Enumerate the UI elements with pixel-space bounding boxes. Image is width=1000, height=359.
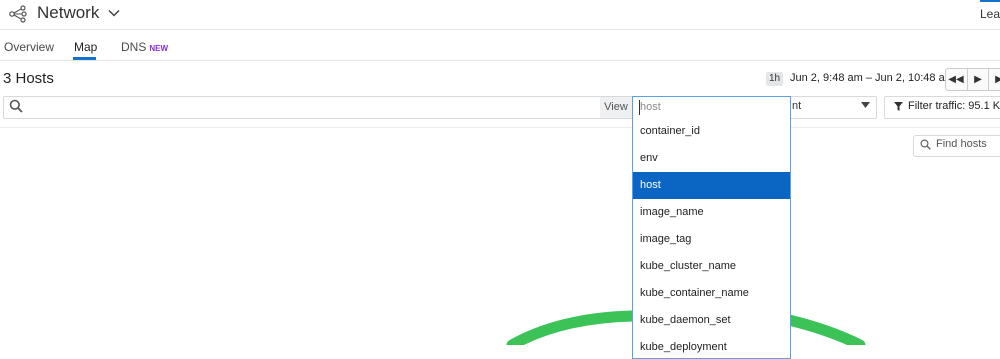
dropdown-option-image-name[interactable]: image_name	[633, 199, 790, 226]
dropdown-option-env[interactable]: env	[633, 145, 790, 172]
time-range[interactable]: Jun 2, 9:48 am – Jun 2, 10:48 am	[790, 72, 954, 84]
group-by-value: nt	[792, 100, 802, 112]
hosts-count: 3 Hosts	[3, 70, 54, 87]
group-by-input-value: host	[640, 101, 661, 113]
group-by-search-input[interactable]: host	[632, 96, 791, 119]
filter-traffic-label: Filter traffic: 95.1 KB	[908, 100, 1000, 112]
rewind-icon[interactable]: ◀◀	[946, 69, 966, 90]
tab-overview[interactable]: Overview	[4, 40, 54, 54]
search-icon	[9, 99, 23, 113]
dropdown-option-kube-container-name[interactable]: kube_container_name	[633, 280, 790, 307]
page-title: Network	[37, 3, 100, 22]
learn-label: Learn	[980, 7, 1000, 21]
view-label: View	[600, 97, 632, 118]
dropdown-option-kube-deployment[interactable]: kube_deployment	[633, 334, 790, 358]
tab-map[interactable]: Map	[74, 40, 97, 54]
search-icon	[920, 139, 931, 150]
search-input[interactable]	[3, 96, 635, 119]
funnel-icon	[894, 102, 903, 111]
header-divider	[0, 29, 1000, 30]
play-icon[interactable]: ▶	[967, 69, 988, 90]
dropdown-option-kube-daemon-set[interactable]: kube_daemon_set	[633, 307, 790, 334]
new-badge: NEW	[149, 44, 169, 53]
playback-controls: ◀◀ ▶ ▶	[945, 68, 1000, 91]
dropdown-option-container-id[interactable]: container_id	[633, 118, 790, 145]
time-window-pill[interactable]: 1h	[766, 72, 784, 86]
tab-dns[interactable]: DNS NEW	[121, 40, 168, 54]
tab-dns-label: DNS	[121, 40, 147, 54]
learn-tab[interactable]: Learn	[980, 0, 1000, 21]
dropdown-option-kube-cluster-name[interactable]: kube_cluster_name	[633, 253, 790, 280]
chevron-down-icon[interactable]	[107, 6, 121, 20]
network-nodes-icon	[9, 5, 27, 23]
dropdown-option-image-tag[interactable]: image_tag	[633, 226, 790, 253]
chevron-down-icon	[861, 102, 870, 108]
tabs-divider	[0, 60, 1000, 61]
group-by-dropdown: container_id env host image_name image_t…	[632, 118, 791, 359]
toolbar-divider	[0, 127, 1000, 128]
find-hosts-placeholder: Find hosts	[936, 138, 987, 150]
dropdown-option-host[interactable]: host	[633, 172, 790, 199]
forward-icon[interactable]: ▶	[988, 69, 1000, 90]
